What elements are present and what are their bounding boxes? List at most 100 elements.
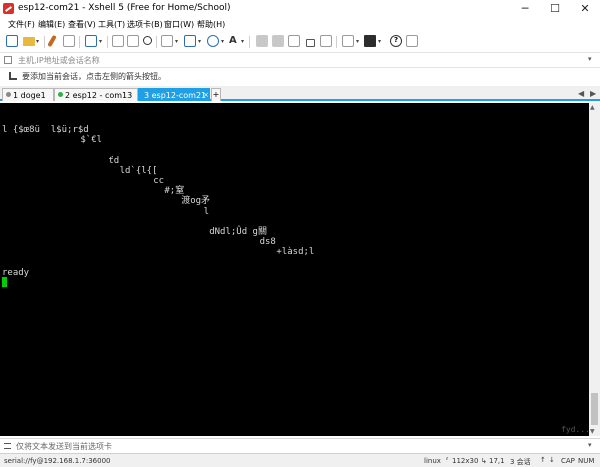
transfer-icon[interactable] <box>184 35 196 47</box>
terminal-line: ld`{l{[ <box>119 165 158 176</box>
menu-file[interactable]: 文件(F) <box>8 19 35 30</box>
help-icon[interactable]: ? <box>390 35 402 47</box>
menu-tools[interactable]: 工具(T) <box>98 19 125 30</box>
terminal-line: #;窒 <box>164 186 185 197</box>
lock-icon[interactable] <box>306 39 315 47</box>
terminal-cursor <box>2 277 7 287</box>
toolbar: ▾ ▾ ▾ ▾ ▾ A ▾ ▾ ▾ ? <box>0 32 600 52</box>
scrollbar-thumb[interactable] <box>591 393 598 425</box>
open-folder-icon[interactable] <box>23 37 35 46</box>
status-dot-icon <box>6 92 11 97</box>
chevron-down-icon[interactable]: ▾ <box>99 38 102 45</box>
print-icon[interactable] <box>161 35 173 47</box>
toolbar-separator <box>336 36 337 48</box>
connect-icon[interactable] <box>63 35 75 47</box>
compose-dropdown-icon[interactable]: ▾ <box>588 441 592 449</box>
chevron-down-icon[interactable]: ▾ <box>378 38 381 45</box>
command-window-icon[interactable] <box>364 35 376 47</box>
xshell-logo-icon <box>3 3 14 14</box>
menu-edit[interactable]: 编辑(E) <box>38 19 65 30</box>
terminal-screen[interactable]: fyd... l {$œ8ü l$ü;r$d $`€l ťd ld`{l{[cc #;窒… <box>0 103 589 436</box>
compose-input[interactable]: 仅将文本发送到当前选项卡 <box>16 441 112 452</box>
cursor-position-icon: ↳ <box>481 457 487 465</box>
cursor-position: 17,1 <box>489 457 505 465</box>
address-input[interactable]: 主机,IP地址或会话名称 <box>18 55 100 66</box>
terminal-line: ready <box>2 267 30 278</box>
new-tab-button[interactable]: + <box>211 88 221 101</box>
chevron-down-icon[interactable]: ▾ <box>221 38 224 45</box>
tab-close-icon[interactable]: × <box>203 90 209 101</box>
size-prefix-icon: ⸢ <box>446 457 449 465</box>
tab-doge1[interactable]: 1 doge1 <box>2 88 54 101</box>
caps-lock-indicator: CAP <box>561 457 575 465</box>
terminal-line: ds8 <box>259 237 276 248</box>
menu-view[interactable]: 查看(V) <box>68 19 96 30</box>
connection-info: serial://fy@192.168.1.7:36000 <box>4 457 111 465</box>
terminal-line: +làsd;l <box>276 247 315 258</box>
chevron-down-icon[interactable]: ▾ <box>36 38 39 45</box>
chevron-down-icon[interactable]: ▾ <box>175 38 178 45</box>
copy-icon[interactable] <box>112 35 124 47</box>
terminal-line: cc <box>153 176 165 186</box>
terminal-type: linux <box>424 457 441 465</box>
add-session-arrow-icon[interactable] <box>9 72 17 80</box>
close-button[interactable]: ✕ <box>570 0 600 17</box>
num-lock-indicator: NUM <box>578 457 595 465</box>
tab-esp12-com21[interactable]: 3 esp12-com21 × <box>138 88 210 101</box>
layout-icon[interactable] <box>342 35 354 47</box>
tab-esp12-com13[interactable]: 2 esp12 - com13 <box>54 88 138 101</box>
scroll-up-icon[interactable]: ▲ <box>590 104 595 111</box>
tab-label: 1 doge1 <box>13 91 46 100</box>
toolbar-separator <box>156 36 157 48</box>
terminal-scrollbar[interactable]: ▲ ▼ <box>589 103 600 436</box>
tab-scroll-left-icon[interactable]: ◀ <box>578 89 584 98</box>
compose-bar: 仅将文本发送到当前选项卡 ▾ <box>0 438 600 452</box>
paste-icon[interactable] <box>127 35 139 47</box>
new-session-icon[interactable] <box>6 35 18 47</box>
menu-bar: 文件(F) 编辑(E) 查看(V) 工具(T) 选项卡(B) 窗口(W) 帮助(… <box>0 17 600 32</box>
find-icon[interactable] <box>143 36 152 45</box>
tab-scroll-right-icon[interactable]: ▶ <box>590 89 596 98</box>
window-title: esp12-com21 - Xshell 5 (Free for Home/Sc… <box>18 3 231 13</box>
status-dot-icon <box>58 92 63 97</box>
tab-bar: 1 doge1 2 esp12 - com13 3 esp12-com21 × … <box>0 86 600 101</box>
download-arrow-icon: ↓ <box>549 456 555 464</box>
toolbar-separator <box>107 36 108 48</box>
pen-icon[interactable] <box>47 34 57 48</box>
terminal-size: 112x30 <box>452 457 479 465</box>
chevron-down-icon[interactable]: ▾ <box>241 38 244 45</box>
terminal-line: $`€l <box>80 135 103 146</box>
fullscreen-icon[interactable] <box>320 35 332 47</box>
chevron-down-icon[interactable]: ▾ <box>356 38 359 45</box>
terminal-line: ťd <box>108 155 120 166</box>
minimize-button[interactable]: ─ <box>510 0 540 17</box>
watermark: fyd... <box>561 425 589 434</box>
hint-bar: 要添加当前会话，点击左侧的箭头按钮。 <box>0 67 600 83</box>
menu-help[interactable]: 帮助(H) <box>197 19 225 30</box>
options-icon[interactable] <box>406 35 418 47</box>
terminal-line: l {$œ8ü l$ü;r$d <box>2 125 89 135</box>
hint-text: 要添加当前会话，点击左侧的箭头按钮。 <box>22 72 166 81</box>
address-dropdown-icon[interactable]: ▾ <box>588 55 592 63</box>
tab-label: 3 esp12-com21 <box>144 91 207 100</box>
compose-icon[interactable] <box>288 35 300 47</box>
session-count: 3 会话 <box>510 458 531 466</box>
tab-label: 2 esp12 - com13 <box>65 91 133 100</box>
session-icon <box>4 56 12 64</box>
maximize-button[interactable]: ☐ <box>540 0 570 17</box>
menu-tabs[interactable]: 选项卡(B) <box>127 19 163 30</box>
disconnect-icon[interactable] <box>85 35 97 47</box>
status-bar: serial://fy@192.168.1.7:36000 linux ⸢ 11… <box>0 453 600 467</box>
scripts-icon[interactable] <box>256 35 268 47</box>
toolbar-separator <box>249 36 250 48</box>
globe-icon[interactable] <box>207 35 219 47</box>
toolbar-separator <box>79 36 80 48</box>
toolbar-separator <box>44 36 45 48</box>
terminal-line: dNdl;Ûd g關 <box>209 227 267 237</box>
menu-window[interactable]: 窗口(W) <box>164 19 194 30</box>
terminal-line: 渡og矛 <box>181 196 211 207</box>
chevron-down-icon[interactable]: ▾ <box>198 38 201 45</box>
menu-icon[interactable] <box>4 443 11 449</box>
keyboard-icon[interactable] <box>272 35 284 47</box>
scroll-down-icon[interactable]: ▼ <box>590 428 595 435</box>
